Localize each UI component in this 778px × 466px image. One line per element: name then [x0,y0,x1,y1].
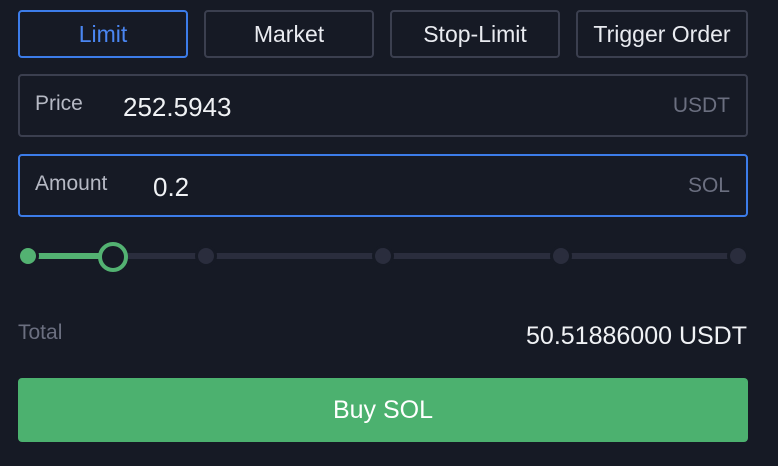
total-value: 50.51886000 USDT [526,322,747,350]
price-input[interactable] [123,90,543,124]
total-label: Total [18,321,63,344]
amount-field[interactable]: Amount SOL [18,154,748,217]
tab-limit[interactable]: Limit [18,10,188,58]
amount-input[interactable] [153,170,573,204]
slider-stop-75[interactable] [552,248,569,264]
amount-label: Amount [35,172,108,195]
tab-trigger-order[interactable]: Trigger Order [576,10,748,58]
price-field[interactable]: Price USDT [18,74,748,137]
buy-sol-button[interactable]: Buy SOL [18,378,748,442]
slider-stop-50[interactable] [375,248,391,264]
slider-stop-25[interactable] [197,248,214,264]
tab-stop-limit[interactable]: Stop-Limit [390,10,560,58]
amount-unit: SOL [687,174,730,197]
slider-stop-0[interactable] [20,248,36,264]
price-label: Price [35,92,83,115]
tab-market[interactable]: Market [204,10,374,58]
price-unit: USDT [672,94,730,117]
slider-stop-100[interactable] [730,248,746,264]
amount-percent-slider[interactable] [18,236,758,276]
slider-thumb[interactable] [98,242,129,272]
